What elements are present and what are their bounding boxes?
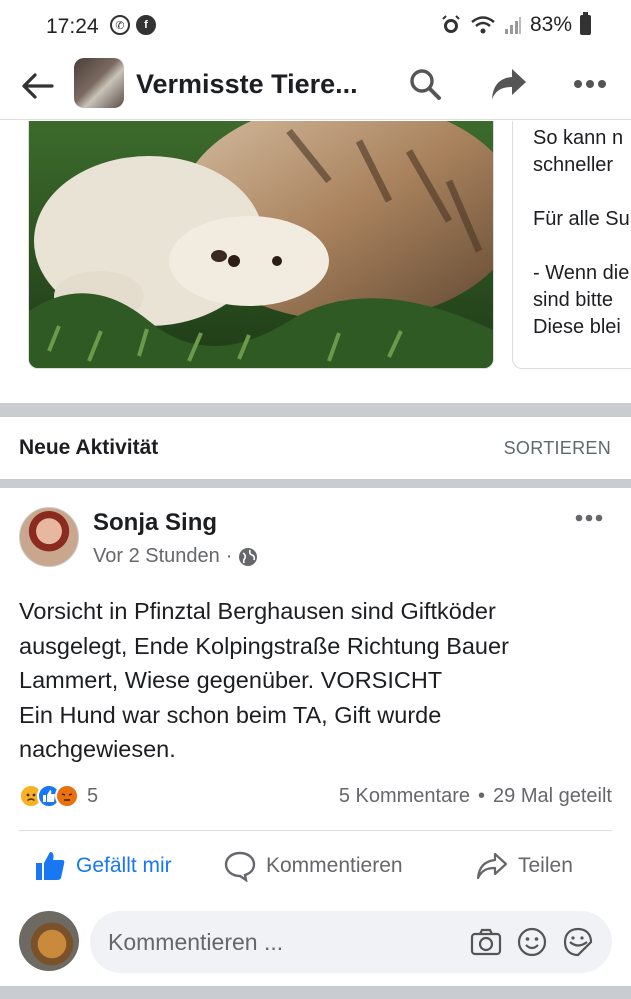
more-options-button[interactable]: [570, 64, 610, 104]
post-text-line: Ein Hund war schon beim TA, Gift wurde: [19, 701, 442, 728]
status-system-icons: 83%: [440, 12, 591, 37]
post-text-line: nachgewiesen.: [19, 736, 176, 762]
section-separator: [0, 403, 631, 417]
share-arrow-icon: [476, 852, 508, 880]
share-button[interactable]: [489, 64, 529, 104]
group-title[interactable]: Vermisste Tiere...: [136, 69, 376, 100]
wifi-icon: [471, 16, 495, 34]
pinned-text-line: [533, 179, 631, 206]
author-name[interactable]: Sonja Sing: [93, 509, 217, 537]
pinned-text-line: So kann n: [533, 127, 624, 149]
count-separator: •: [478, 785, 486, 807]
emoji-icon: [517, 927, 547, 957]
comment-icon: [224, 851, 256, 882]
comment-composer: [0, 908, 631, 974]
status-notification-icons: ✆ f: [110, 15, 156, 35]
more-icon: [574, 80, 606, 88]
app-header: Vermisste Tiere...: [0, 52, 631, 120]
post-text-line: Vorsicht in Pfinztal Berghausen sind Gif…: [19, 598, 496, 624]
facebook-icon: f: [136, 15, 156, 35]
pinned-text-line: - Wenn die: [533, 262, 630, 284]
section-separator: [0, 479, 631, 488]
pinned-text-line: sind bitte: [533, 289, 614, 311]
whatsapp-icon: ✆: [110, 15, 130, 35]
like-button[interactable]: Gefällt mir: [34, 850, 172, 882]
pinned-section: So kann n schneller Für alle Su - Wenn d…: [0, 121, 631, 403]
signal-icon: [504, 17, 521, 34]
current-user-avatar[interactable]: [19, 911, 79, 971]
group-avatar[interactable]: [74, 58, 124, 108]
post-meta: Vor 2 Stunden ·: [93, 545, 258, 568]
post-text-line: ausgelegt, Ende Kolpingstraße Richtung B…: [19, 632, 509, 659]
battery-icon: [580, 12, 591, 35]
post-more-button[interactable]: [573, 506, 605, 530]
share-count[interactable]: 29 Mal geteilt: [493, 785, 612, 808]
share-label: Teilen: [518, 854, 573, 877]
engagement-counts: 5 Kommentare • 29 Mal geteilt: [339, 785, 612, 808]
pinned-photo-card[interactable]: [28, 121, 494, 369]
status-bar: 17:24 ✆ f 83%: [0, 0, 631, 52]
share-icon: [492, 69, 526, 99]
activity-bar: Neue Aktivität SORTIEREN: [0, 417, 631, 479]
reactions-summary[interactable]: 5: [19, 784, 98, 808]
alarm-icon: [442, 15, 460, 33]
search-icon: [410, 69, 441, 100]
back-arrow-icon: [22, 73, 54, 99]
post-actions: Gefällt mir Kommentieren Teilen: [0, 836, 631, 896]
sort-button[interactable]: SORTIEREN: [504, 438, 611, 459]
pinned-text-line: schneller: [533, 154, 614, 176]
post-time[interactable]: Vor 2 Stunden: [93, 545, 220, 568]
section-separator: [0, 986, 631, 999]
reaction-count: 5: [87, 784, 99, 807]
post-text-line: Lammert, Wiese gegenüber. VORSICHT: [19, 667, 443, 693]
globe-icon: [239, 547, 258, 566]
camera-icon: [470, 928, 502, 956]
sticker-button[interactable]: [562, 926, 594, 958]
emoji-button[interactable]: [516, 926, 548, 958]
camera-button[interactable]: [470, 926, 502, 958]
share-post-button[interactable]: Teilen: [476, 850, 573, 882]
post-card: Sonja Sing Vor 2 Stunden · Vorsicht in P…: [0, 488, 631, 986]
pinned-text-line: Diese blei: [533, 316, 621, 338]
back-button[interactable]: [18, 66, 58, 106]
search-button[interactable]: [405, 64, 445, 104]
comment-label: Kommentieren: [266, 854, 403, 877]
comment-button[interactable]: Kommentieren: [224, 850, 403, 882]
comment-count[interactable]: 5 Kommentare: [339, 785, 470, 808]
comment-input[interactable]: [108, 911, 468, 973]
comment-input-icons: [470, 926, 594, 958]
cat-dog-photo: [29, 121, 493, 368]
pinned-text-card[interactable]: So kann n schneller Für alle Su - Wenn d…: [512, 121, 631, 369]
comment-input-box[interactable]: [90, 911, 612, 973]
pinned-text-line: Für alle Su: [533, 208, 630, 230]
angry-reaction-icon: [55, 784, 79, 808]
post-body: Vorsicht in Pfinztal Berghausen sind Gif…: [19, 594, 609, 767]
more-icon: [575, 514, 603, 522]
thumbs-up-icon: [36, 852, 65, 880]
status-time: 17:24: [46, 15, 99, 38]
author-avatar[interactable]: [19, 507, 79, 567]
battery-percentage: 83%: [529, 13, 572, 36]
sticker-icon: [563, 927, 593, 957]
meta-separator: ·: [225, 545, 233, 567]
pinned-text-line: [533, 233, 631, 260]
like-label: Gefällt mir: [76, 854, 172, 877]
activity-title: Neue Aktivität: [19, 436, 159, 459]
divider: [19, 830, 612, 831]
